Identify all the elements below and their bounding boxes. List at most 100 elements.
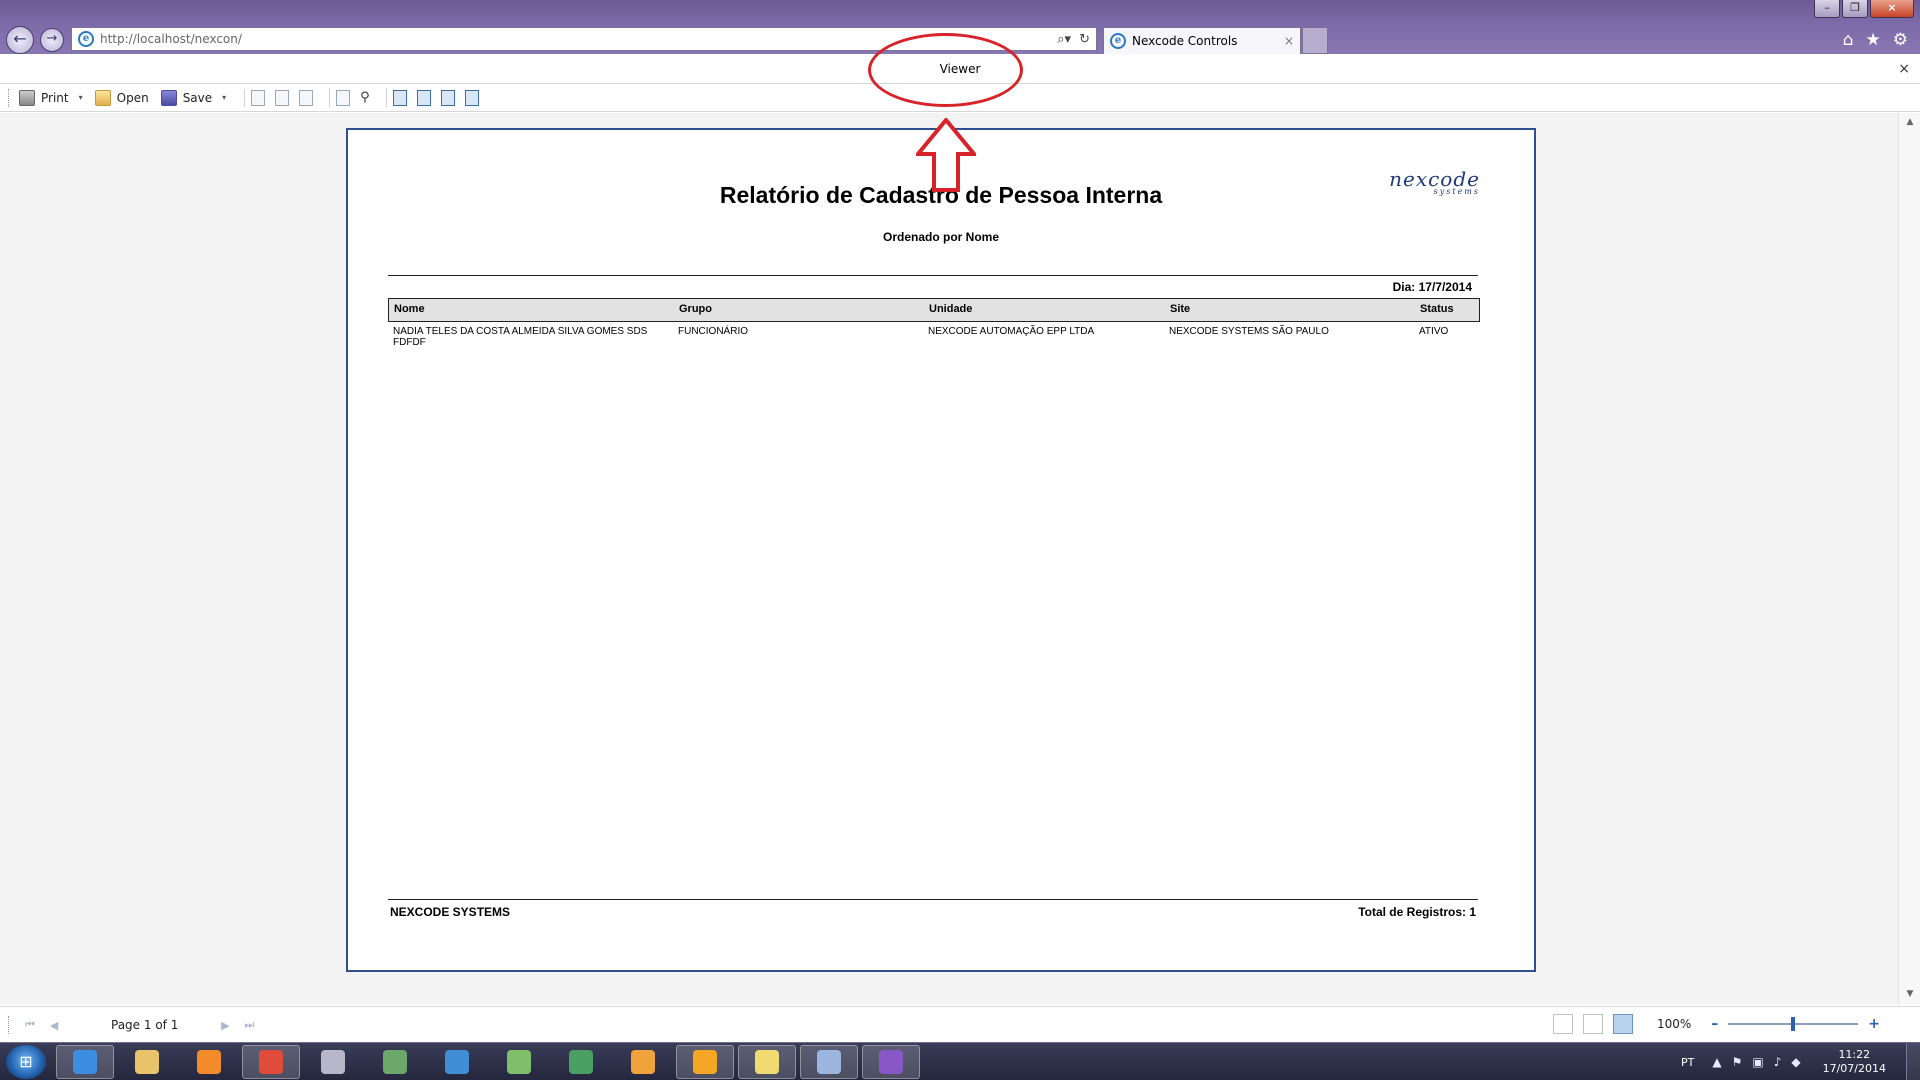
parameters-icon[interactable]	[336, 89, 351, 106]
ie-page-icon: e	[78, 31, 94, 47]
zoom-slider[interactable]	[1728, 1017, 1859, 1031]
chrome-icon	[259, 1050, 283, 1074]
nexcode-logo: nexcode systems	[1389, 167, 1480, 196]
network-icon	[507, 1050, 531, 1074]
zoom-value: 100%	[1656, 1017, 1692, 1031]
copy-page-icon[interactable]	[275, 89, 290, 106]
minimize-button[interactable]: –	[1814, 0, 1840, 18]
volume-icon[interactable]: ♪	[1774, 1055, 1782, 1069]
cell-unidade: NEXCODE AUTOMAÇÃO EPP LTDA	[928, 326, 1095, 337]
taskbar-app-windows-explorer[interactable]	[118, 1045, 176, 1079]
taskbar-app-tools[interactable]	[304, 1045, 362, 1079]
zoom-out-icon[interactable]: –	[1711, 1016, 1718, 1032]
page-indicator[interactable]: Page 1 of 1	[111, 1018, 178, 1032]
column-header-unidade: Unidade	[929, 303, 973, 315]
tab-nexcode-controls[interactable]: e Nexcode Controls ×	[1103, 27, 1301, 54]
toolbar-separator	[244, 88, 246, 107]
view-multiple-pages-icon[interactable]	[440, 89, 455, 106]
toolbar-grip[interactable]	[8, 88, 11, 107]
vertical-scrollbar[interactable]: ▲ ▼	[1898, 113, 1920, 1005]
outlook-ish-icon	[445, 1050, 469, 1074]
visual-studio-icon	[879, 1050, 903, 1074]
close-window-button[interactable]: ×	[1870, 0, 1914, 18]
previous-page-icon[interactable]: ◀	[47, 1019, 61, 1032]
statusbar-grip[interactable]	[8, 1016, 11, 1034]
back-button[interactable]: ←	[6, 26, 34, 54]
two-page-view-button[interactable]	[1582, 1014, 1603, 1034]
windows-explorer-icon	[135, 1050, 159, 1074]
multi-page-view-button[interactable]	[1612, 1014, 1633, 1034]
action-center-icon[interactable]: ⚑	[1732, 1055, 1743, 1069]
single-page-view-button[interactable]	[1552, 1014, 1573, 1034]
taskbar-app-network[interactable]	[490, 1045, 548, 1079]
first-page-icon[interactable]: ⏮	[23, 1018, 37, 1032]
page-setup-icon[interactable]	[299, 89, 314, 106]
dropbox-icon[interactable]: ◆	[1791, 1055, 1800, 1069]
windows-taskbar: ⊞ PT ▲ ⚑ ▣ ♪ ◆ 11:22 17/07/2014	[0, 1042, 1920, 1080]
taskbar-app-paint[interactable]	[800, 1045, 858, 1079]
show-desktop-button[interactable]	[1906, 1043, 1920, 1080]
next-page-icon[interactable]: ▶	[218, 1019, 232, 1032]
report-page: Relatório de Cadastro de Pessoa Interna …	[346, 128, 1536, 972]
view-continuous-icon[interactable]	[416, 89, 431, 106]
toolbar-separator	[385, 88, 387, 107]
favorites-icon[interactable]: ★	[1866, 30, 1881, 50]
taskbar-app-database[interactable]	[366, 1045, 424, 1079]
cell-site: NEXCODE SYSTEMS SÃO PAULO	[1169, 326, 1329, 337]
footer-divider	[388, 899, 1478, 900]
forward-button[interactable]: →	[40, 28, 64, 52]
search-dropdown-icon[interactable]: ⌕▾	[1057, 32, 1071, 47]
scroll-up-icon[interactable]: ▲	[1904, 117, 1916, 129]
footer-company: NEXCODE SYSTEMS	[390, 905, 511, 919]
save-dropdown-icon[interactable]: ▾	[222, 93, 226, 102]
column-header-grupo: Grupo	[679, 303, 712, 315]
taskbar-app-transfer[interactable]	[614, 1045, 672, 1079]
tools-gear-icon[interactable]: ⚙	[1893, 30, 1908, 50]
zoom-slider-thumb[interactable]	[1791, 1017, 1796, 1031]
new-tab-button[interactable]	[1302, 27, 1328, 54]
print-button[interactable]: Print ▾	[19, 89, 83, 106]
header-divider	[388, 275, 1478, 276]
taskbar-app-outlook[interactable]	[676, 1045, 734, 1079]
outlook-icon	[693, 1050, 717, 1074]
find-binoculars-icon[interactable]: ⚲	[360, 90, 370, 105]
save-button[interactable]: Save ▾	[160, 89, 226, 106]
home-icon[interactable]: ⌂	[1843, 30, 1854, 50]
folder-icon	[755, 1050, 779, 1074]
column-header-nome: Nome	[394, 303, 425, 315]
restore-button[interactable]: ❐	[1842, 0, 1868, 18]
paint-icon	[817, 1050, 841, 1074]
view-fullscreen-icon[interactable]	[464, 89, 479, 106]
view-single-page-icon[interactable]	[392, 89, 407, 106]
scroll-down-icon[interactable]: ▼	[1904, 989, 1916, 1001]
cell-grupo: FUNCIONÁRIO	[678, 326, 748, 337]
table-header: Nome Grupo Unidade Site Status	[388, 298, 1480, 322]
print-dropdown-icon[interactable]: ▾	[79, 93, 83, 102]
taskbar-app-visual-studio[interactable]	[862, 1045, 920, 1079]
address-url[interactable]: http://localhost/nexcon/	[100, 32, 242, 46]
network-icon[interactable]: ▣	[1752, 1055, 1763, 1069]
refresh-icon[interactable]: ↻	[1079, 32, 1090, 47]
new-page-icon[interactable]	[251, 89, 266, 106]
start-button[interactable]: ⊞	[6, 1045, 46, 1079]
clock[interactable]: 11:22 17/07/2014	[1823, 1048, 1886, 1076]
system-tray: PT ▲ ⚑ ▣ ♪ ◆ 11:22 17/07/2014	[1681, 1043, 1920, 1080]
last-page-icon[interactable]: ⏭	[242, 1018, 256, 1032]
zoom-in-icon[interactable]: +	[1868, 1016, 1880, 1032]
viewer-statusbar: ⏮ ◀ Page 1 of 1 ▶ ⏭ 100% – +	[0, 1006, 1920, 1042]
show-hidden-icons-icon[interactable]: ▲	[1712, 1055, 1721, 1069]
annotation-ellipse	[868, 33, 1023, 107]
taskbar-app-media-player[interactable]	[180, 1045, 238, 1079]
taskbar-app-terminal[interactable]	[552, 1045, 610, 1079]
toolbar-separator	[329, 88, 331, 107]
taskbar-app-chrome[interactable]	[242, 1045, 300, 1079]
taskbar-app-folder[interactable]	[738, 1045, 796, 1079]
taskbar-app-internet-explorer[interactable]	[56, 1045, 114, 1079]
language-indicator[interactable]: PT	[1681, 1056, 1694, 1069]
taskbar-app-outlook-ish[interactable]	[428, 1045, 486, 1079]
clock-time: 11:22	[1838, 1048, 1871, 1061]
open-button[interactable]: Open	[94, 89, 149, 106]
viewer-close-icon[interactable]: ×	[1898, 54, 1910, 84]
terminal-icon	[569, 1050, 593, 1074]
tab-close-icon[interactable]: ×	[1284, 34, 1294, 48]
